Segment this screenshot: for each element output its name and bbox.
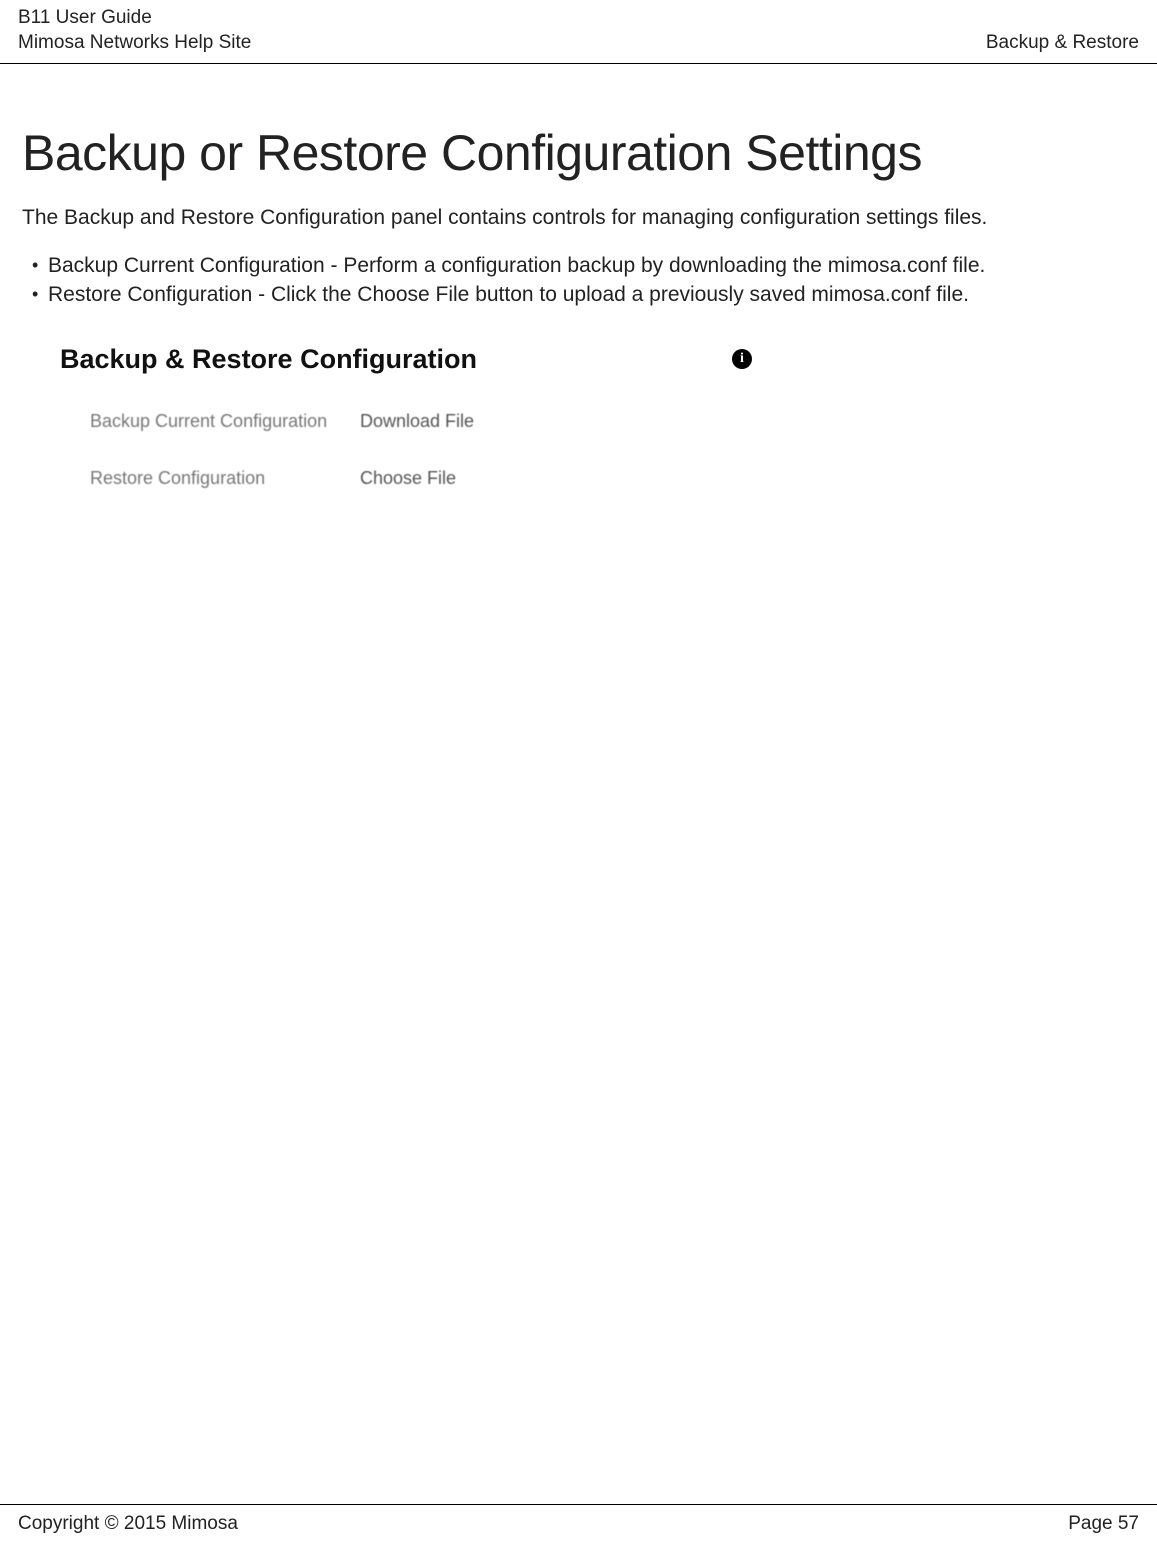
restore-config-label: Restore Configuration: [90, 468, 360, 489]
page-content: Backup or Restore Configuration Settings…: [0, 64, 1157, 488]
footer-page-number: Page 57: [1068, 1513, 1139, 1535]
footer-copyright: Copyright © 2015 Mimosa: [18, 1513, 238, 1535]
header-left: B11 User Guide Mimosa Networks Help Site: [18, 6, 251, 55]
header-guide-name: B11 User Guide: [18, 6, 251, 31]
download-file-button[interactable]: Download File: [360, 411, 474, 432]
intro-paragraph: The Backup and Restore Configuration pan…: [22, 204, 1135, 232]
page-title: Backup or Restore Configuration Settings: [22, 124, 1135, 182]
panel-title: Backup & Restore Configuration: [60, 344, 477, 375]
page-header: B11 User Guide Mimosa Networks Help Site…: [0, 0, 1157, 64]
page-footer: Copyright © 2015 Mimosa Page 57: [0, 1504, 1157, 1535]
header-section-name: Backup & Restore: [986, 31, 1139, 56]
choose-file-button[interactable]: Choose File: [360, 468, 456, 489]
config-panel-screenshot: Backup & Restore Configuration i Backup …: [60, 344, 760, 489]
backup-config-label: Backup Current Configuration: [90, 411, 360, 432]
panel-row: Backup Current Configuration Download Fi…: [90, 411, 760, 432]
panel-title-row: Backup & Restore Configuration i: [60, 344, 760, 375]
panel-row: Restore Configuration Choose File: [90, 468, 760, 489]
info-icon: i: [732, 349, 752, 369]
list-item: Backup Current Configuration - Perform a…: [48, 251, 1135, 280]
list-item: Restore Configuration - Click the Choose…: [48, 280, 1135, 309]
bullet-list: Backup Current Configuration - Perform a…: [22, 251, 1135, 310]
header-site-name: Mimosa Networks Help Site: [18, 31, 251, 56]
